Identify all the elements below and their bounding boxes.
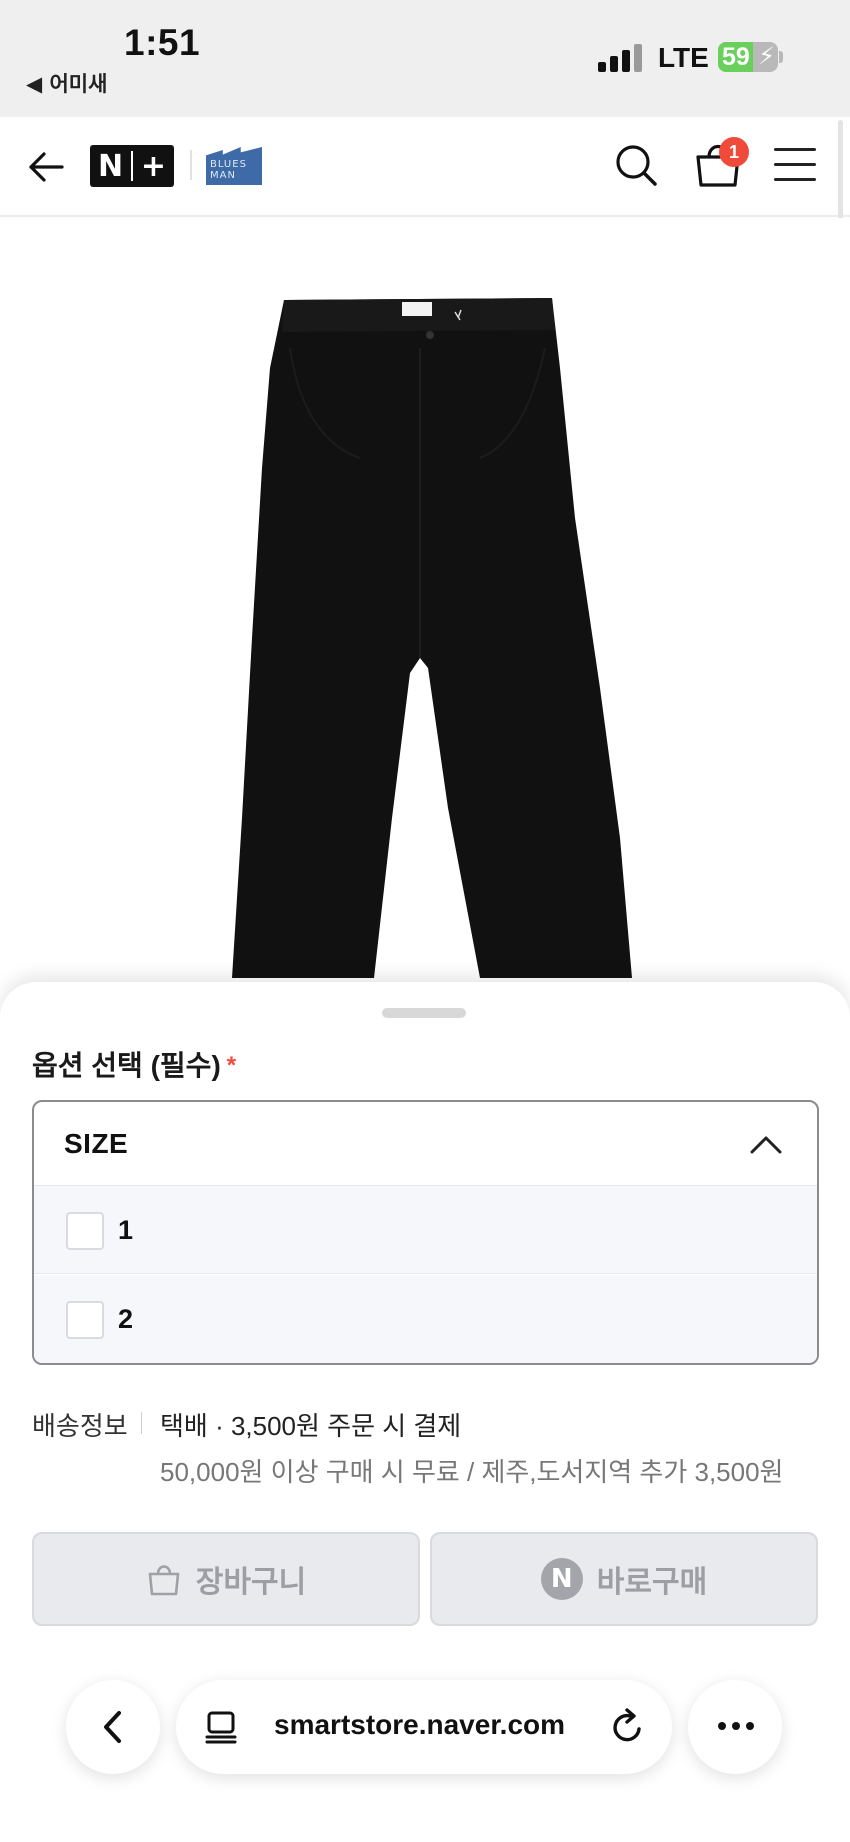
add-to-cart-button[interactable]: 장바구니 — [32, 1532, 420, 1626]
page-menu-icon[interactable] — [204, 1710, 238, 1744]
size-option-2-checkbox[interactable] — [66, 1301, 104, 1339]
cellular-signal-icon — [598, 44, 644, 72]
size-option-2[interactable]: 2 — [34, 1275, 817, 1363]
shipping-divider — [141, 1412, 142, 1434]
battery-percent: 59 — [722, 43, 750, 71]
cart-count-badge: 1 — [719, 137, 749, 167]
chevron-up-icon[interactable] — [749, 1132, 783, 1156]
size-select-header[interactable]: SIZE — [34, 1102, 817, 1186]
address-bar[interactable]: smartstore.naver.com — [176, 1680, 672, 1774]
url-text: smartstore.naver.com — [274, 1709, 566, 1740]
battery-icon: 59 ⚡ — [718, 42, 778, 72]
shipping-info-label: 배송정보 — [32, 1411, 128, 1441]
back-arrow-icon[interactable] — [26, 147, 66, 187]
naver-pay-n-icon: N — [540, 1558, 583, 1600]
app-header: N + BLUES MAN 1 — [0, 117, 850, 217]
browser-back-button[interactable] — [66, 1680, 160, 1774]
store-brand-logo[interactable]: BLUES MAN — [206, 147, 262, 185]
buy-now-label: 바로구매 — [596, 1566, 708, 1599]
option-select-title: 옵션 선택 (필수) * — [32, 1044, 236, 1084]
size-option-1-checkbox[interactable] — [66, 1212, 104, 1250]
size-select-label: SIZE — [64, 1128, 129, 1159]
nplus-letter-n: N — [97, 148, 124, 184]
chevron-left-icon — [104, 1711, 121, 1743]
brand-line-1: BLUES — [210, 159, 247, 170]
status-bar: 1:51 ◀ 어미새 LTE 59 ⚡ — [0, 0, 850, 117]
naver-plus-logo[interactable]: N + — [90, 145, 174, 187]
more-dots-icon — [718, 1722, 754, 1730]
search-icon[interactable] — [614, 143, 658, 187]
size-select-dropdown[interactable]: SIZE 1 2 — [32, 1100, 819, 1365]
brand-line-2: MAN — [210, 170, 236, 181]
status-time: 1:51 — [124, 22, 201, 63]
add-to-cart-label: 장바구니 — [195, 1566, 307, 1599]
black-pants-image — [232, 298, 632, 978]
network-type: LTE — [658, 42, 709, 73]
shopping-bag-icon — [148, 1565, 180, 1596]
nplus-letter-plus: + — [140, 148, 167, 184]
size-option-1[interactable]: 1 — [34, 1186, 817, 1274]
buy-now-button[interactable]: N 바로구매 — [430, 1532, 818, 1626]
product-image[interactable] — [0, 218, 850, 978]
browser-more-button[interactable] — [688, 1680, 782, 1774]
size-option-2-label: 2 — [118, 1304, 134, 1334]
reload-icon[interactable] — [608, 1708, 646, 1746]
sheet-drag-handle[interactable] — [382, 1008, 466, 1018]
option-title-text: 옵션 선택 (필수) — [32, 1050, 221, 1081]
charging-bolt-icon: ⚡ — [758, 43, 775, 70]
shipping-free-condition: 50,000원 이상 구매 시 무료 / 제주,도서지역 추가 3,500원 — [160, 1457, 784, 1487]
battery-cap — [779, 51, 783, 63]
size-option-1-label: 1 — [118, 1215, 134, 1245]
required-mark: * — [226, 1052, 237, 1079]
shipping-fee-text: 택배 · 3,500원 주문 시 결제 — [160, 1411, 462, 1441]
hamburger-menu-icon[interactable] — [774, 148, 816, 182]
logo-divider — [190, 150, 192, 180]
back-to-app-link[interactable]: ◀ 어미새 — [26, 68, 107, 98]
